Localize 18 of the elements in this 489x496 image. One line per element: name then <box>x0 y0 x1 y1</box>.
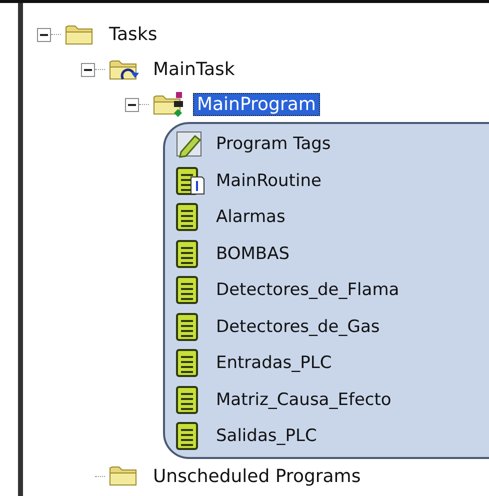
collapse-toggle[interactable] <box>81 62 95 76</box>
tree-item[interactable]: Alarmas <box>212 206 290 228</box>
tree-item[interactable]: Detectores_de_Flama <box>212 279 404 302</box>
tree-item[interactable]: MainRoutine <box>212 170 326 192</box>
tree-item[interactable]: Salidas_PLC <box>212 425 321 448</box>
tree-item[interactable]: Program Tags <box>212 133 335 156</box>
tree-item[interactable]: Detectores_de_Gas <box>212 316 384 338</box>
collapse-toggle[interactable] <box>125 98 139 112</box>
tree-item[interactable]: Unscheduled Programs <box>149 464 365 488</box>
tree-item[interactable]: MainTask <box>149 58 239 81</box>
tree-item[interactable]: Matriz_Causa_Efecto <box>212 388 396 411</box>
tree-item[interactable]: BOMBAS <box>212 242 294 265</box>
tree-item[interactable]: MainProgram <box>193 93 320 116</box>
folder-flowchart-icon <box>152 90 186 118</box>
tree-item[interactable]: Tasks <box>105 23 162 46</box>
tree-item[interactable]: Entradas_PLC <box>212 352 336 374</box>
collapse-toggle[interactable] <box>37 28 51 42</box>
ladder-document-icon <box>175 166 205 195</box>
